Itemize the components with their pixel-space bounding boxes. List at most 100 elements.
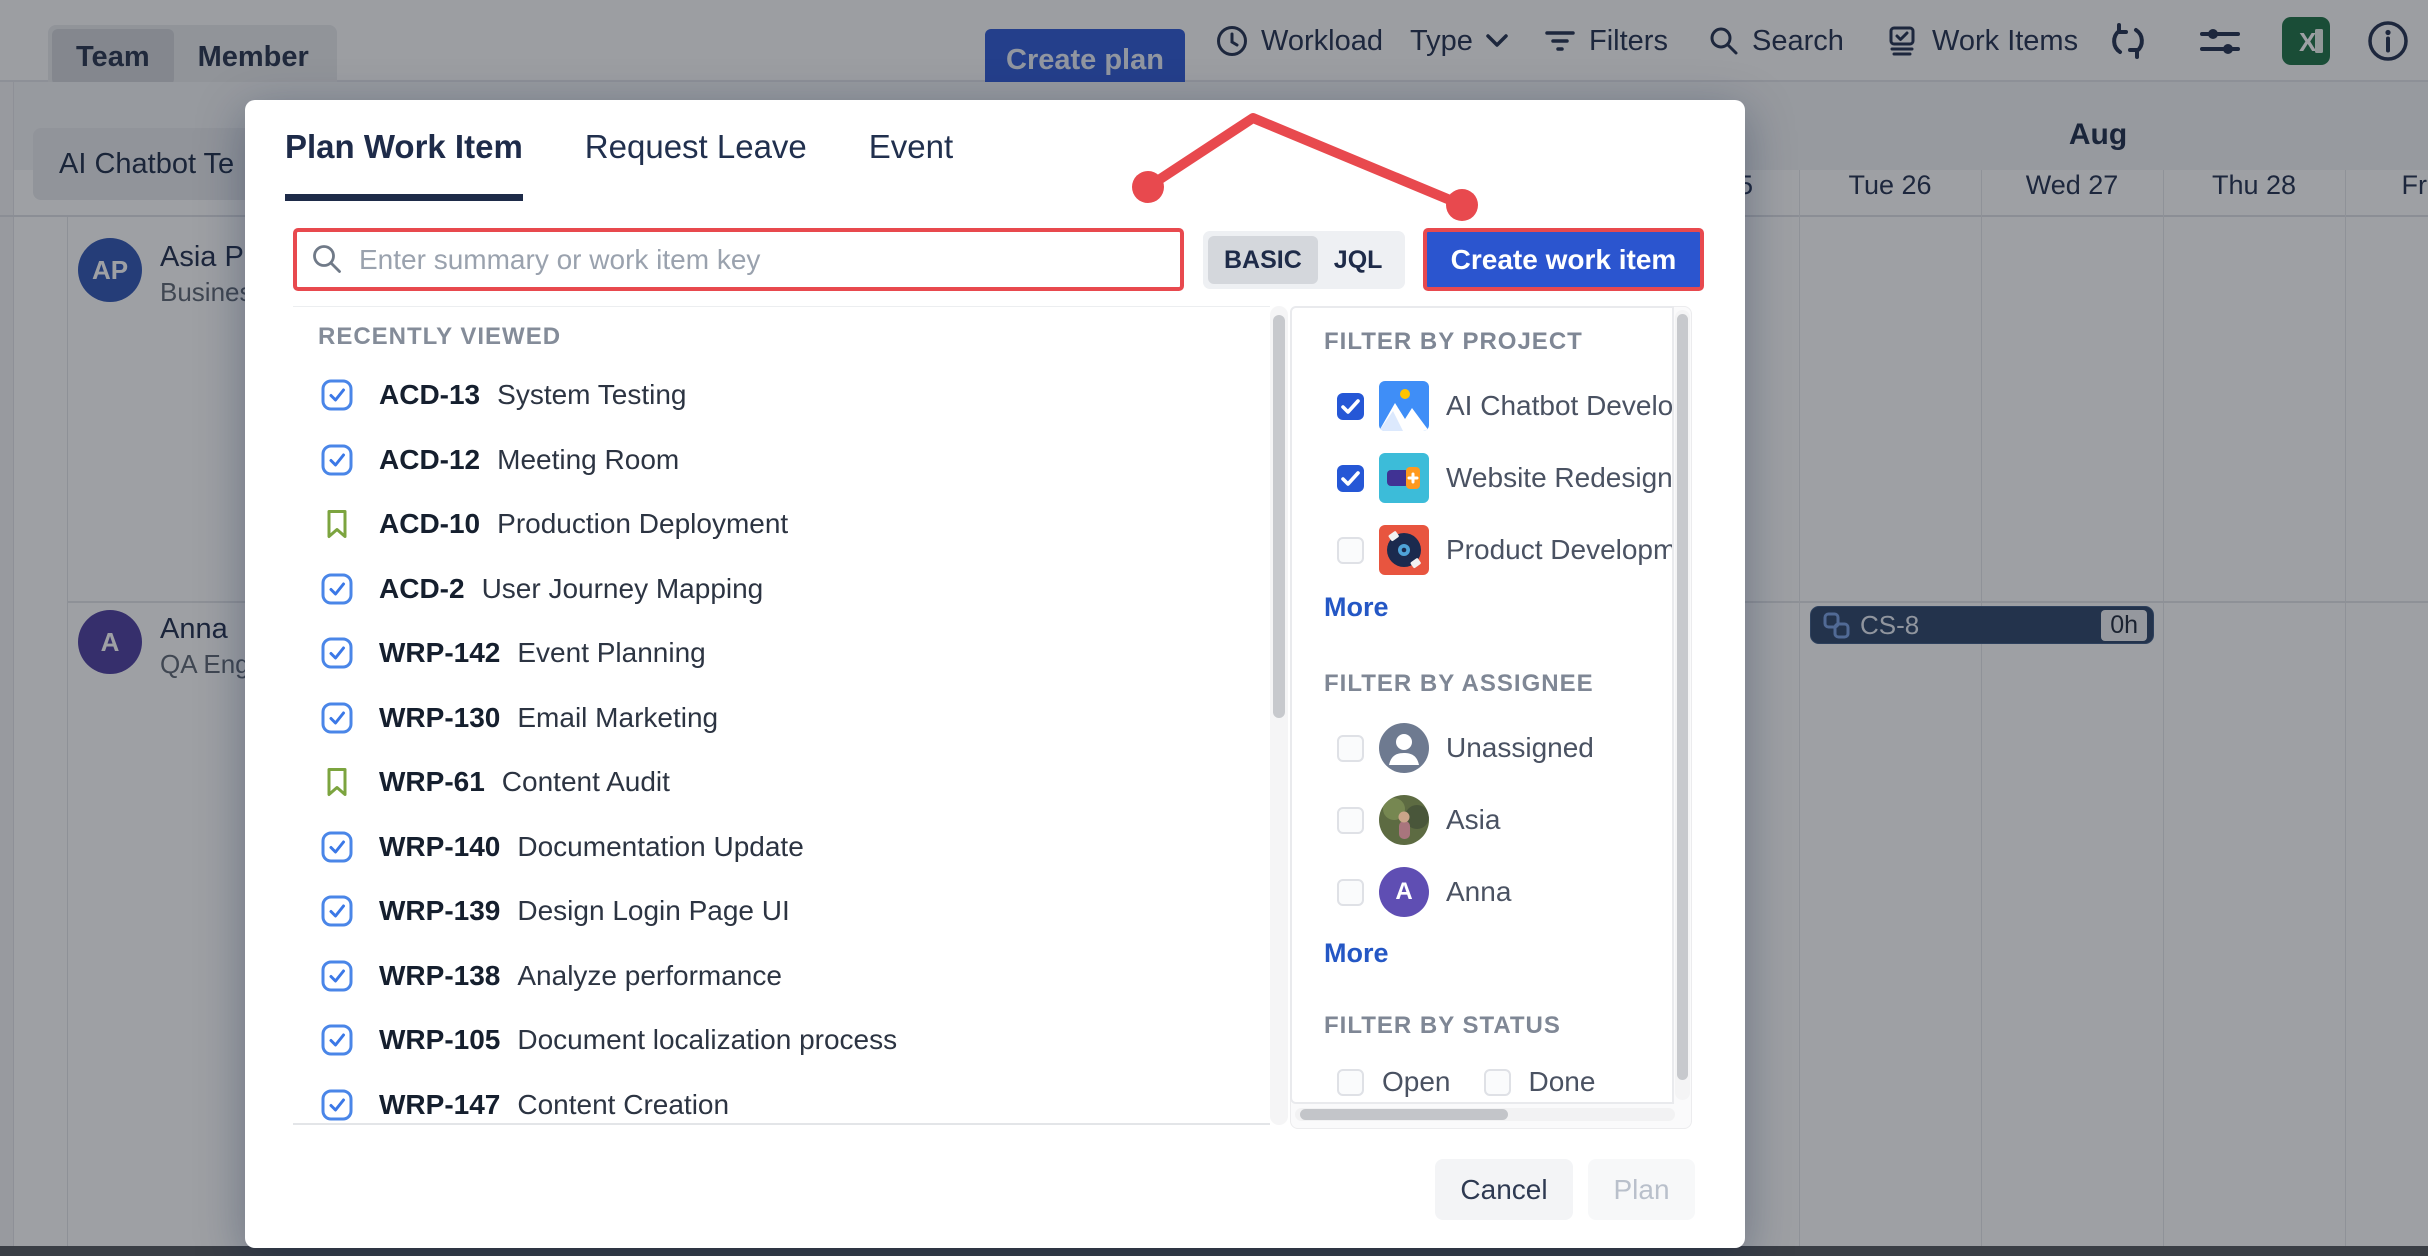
cancel-button[interactable]: Cancel [1435, 1159, 1573, 1220]
project-avatar-power [1379, 453, 1429, 503]
list-item[interactable]: WRP-139 Design Login Page UI [293, 879, 1270, 944]
checkbox-unchecked[interactable] [1337, 735, 1364, 762]
jql-mode-button[interactable]: JQL [1318, 236, 1399, 284]
item-summary: User Journey Mapping [482, 573, 764, 605]
project-avatar-mountain [1379, 381, 1429, 431]
project-name: Website Redesign [1446, 462, 1673, 494]
task-icon [321, 1089, 353, 1121]
basic-mode-button[interactable]: BASIC [1208, 236, 1318, 284]
recently-viewed-label: RECENTLY VIEWED [318, 323, 561, 351]
assignee-avatar-photo [1379, 795, 1429, 845]
task-icon [321, 573, 353, 605]
item-summary: Documentation Update [517, 831, 803, 863]
status-filter-item: Open [1337, 1066, 1451, 1098]
filter-panel: FILTER BY PROJECT AI Chatbot DeveloWebsi… [1290, 306, 1674, 1104]
item-key: WRP-140 [379, 831, 500, 863]
tab-event[interactable]: Event [869, 128, 953, 201]
summary-search-field [293, 228, 1184, 291]
item-summary: Analyze performance [517, 960, 782, 992]
item-key: ACD-2 [379, 573, 465, 605]
item-key: WRP-61 [379, 766, 485, 798]
checkbox-unchecked[interactable] [1337, 807, 1364, 834]
task-icon [321, 379, 353, 411]
filter-by-status-label: FILTER BY STATUS [1324, 1012, 1561, 1040]
recently-viewed-panel: RECENTLY VIEWED ACD-13System TestingACD-… [293, 306, 1270, 1125]
status-name: Open [1382, 1066, 1451, 1098]
list-item[interactable]: WRP-142 Event Planning [293, 621, 1270, 686]
list-item[interactable]: ACD-13 System Testing [293, 363, 1270, 428]
list-item[interactable]: WRP-147 Content Creation [293, 1073, 1270, 1126]
list-scrollbar-thumb[interactable] [1273, 315, 1285, 718]
query-mode-toggle: BASIC JQL [1203, 231, 1405, 289]
item-key: WRP-139 [379, 895, 500, 927]
plan-button-disabled[interactable]: Plan [1588, 1159, 1695, 1220]
assignee-filter-row: Asia [1292, 784, 1672, 856]
assignees-more-link[interactable]: More [1324, 938, 1389, 969]
filter-scrollbar-horizontal[interactable] [1295, 1108, 1675, 1121]
project-name: Product Developm [1446, 534, 1674, 566]
status-filter-item: Done [1484, 1066, 1596, 1098]
recently-viewed-list: ACD-13System TestingACD-12Meeting RoomAC… [293, 363, 1270, 1125]
assignee-filter-row: Unassigned [1292, 712, 1672, 784]
checkbox-checked[interactable] [1337, 465, 1364, 492]
item-summary: Content Creation [517, 1089, 729, 1121]
item-key: WRP-130 [379, 702, 500, 734]
projects-more-link[interactable]: More [1324, 592, 1389, 623]
task-icon [321, 444, 353, 476]
plan-work-item-dialog: Plan Work Item Request Leave Event BASIC J… [245, 100, 1745, 1248]
assignee-avatar-person [1379, 723, 1429, 773]
search-input[interactable] [293, 228, 1184, 291]
item-key: ACD-10 [379, 508, 480, 540]
task-icon [321, 831, 353, 863]
assignee-name: Unassigned [1446, 732, 1594, 764]
checkbox-unchecked[interactable] [1337, 537, 1364, 564]
list-item[interactable]: WRP-140 Documentation Update [293, 815, 1270, 880]
list-item[interactable]: ACD-10 Production Deployment [293, 492, 1270, 557]
item-summary: Event Planning [517, 637, 705, 669]
filter-scrollbar-vertical[interactable] [1675, 310, 1690, 1100]
assignee-name: Anna [1446, 876, 1511, 908]
task-icon [321, 960, 353, 992]
list-item[interactable]: ACD-12Meeting Room [293, 428, 1270, 493]
assignee-filter-list: UnassignedAsiaAAnna [1292, 712, 1672, 928]
list-item[interactable]: WRP-105Document localization process [293, 1008, 1270, 1073]
task-icon [321, 895, 353, 927]
item-key: WRP-138 [379, 960, 500, 992]
list-item[interactable]: ACD-2 User Journey Mapping [293, 557, 1270, 622]
item-key: WRP-105 [379, 1024, 500, 1056]
tab-request-leave[interactable]: Request Leave [585, 128, 807, 201]
status-filter-list: Open Done [1337, 1066, 1610, 1098]
create-work-item-button[interactable]: Create work item [1423, 228, 1704, 291]
list-item[interactable]: WRP-138 Analyze performance [293, 944, 1270, 1009]
item-key: ACD-13 [379, 379, 480, 411]
story-icon [321, 766, 353, 798]
assignee-name: Asia [1446, 804, 1500, 836]
item-summary: Production Deployment [497, 508, 788, 540]
search-icon [311, 243, 343, 280]
checkbox-unchecked[interactable] [1484, 1069, 1511, 1096]
project-avatar-disc [1379, 525, 1429, 575]
item-summary: System Testing [497, 379, 686, 411]
checkbox-unchecked[interactable] [1337, 879, 1364, 906]
filter-scrollbar-thumb[interactable] [1677, 314, 1688, 1080]
item-summary: Design Login Page UI [517, 895, 789, 927]
item-key: WRP-142 [379, 637, 500, 669]
list-scrollbar[interactable] [1270, 306, 1288, 1125]
filter-hscrollbar-thumb[interactable] [1300, 1109, 1508, 1120]
story-icon [321, 508, 353, 540]
item-summary: Meeting Room [497, 444, 679, 476]
tab-plan-work-item[interactable]: Plan Work Item [285, 128, 523, 201]
list-item[interactable]: WRP-130 Email Marketing [293, 686, 1270, 751]
list-item[interactable]: WRP-61Content Audit [293, 750, 1270, 815]
project-filter-row: Product Developm [1292, 514, 1672, 586]
app-screen: Team Member Create plan Workload Type [0, 0, 2428, 1256]
filter-by-assignee-label: FILTER BY ASSIGNEE [1324, 670, 1594, 698]
checkbox-unchecked[interactable] [1337, 1069, 1364, 1096]
item-key: WRP-147 [379, 1089, 500, 1121]
task-icon [321, 637, 353, 669]
project-filter-row: Website Redesign [1292, 442, 1672, 514]
project-filter-list: AI Chatbot Develo Website Redesign Product… [1292, 370, 1672, 586]
project-filter-row: AI Chatbot Develo [1292, 370, 1672, 442]
checkbox-checked[interactable] [1337, 393, 1364, 420]
item-summary: Email Marketing [517, 702, 718, 734]
